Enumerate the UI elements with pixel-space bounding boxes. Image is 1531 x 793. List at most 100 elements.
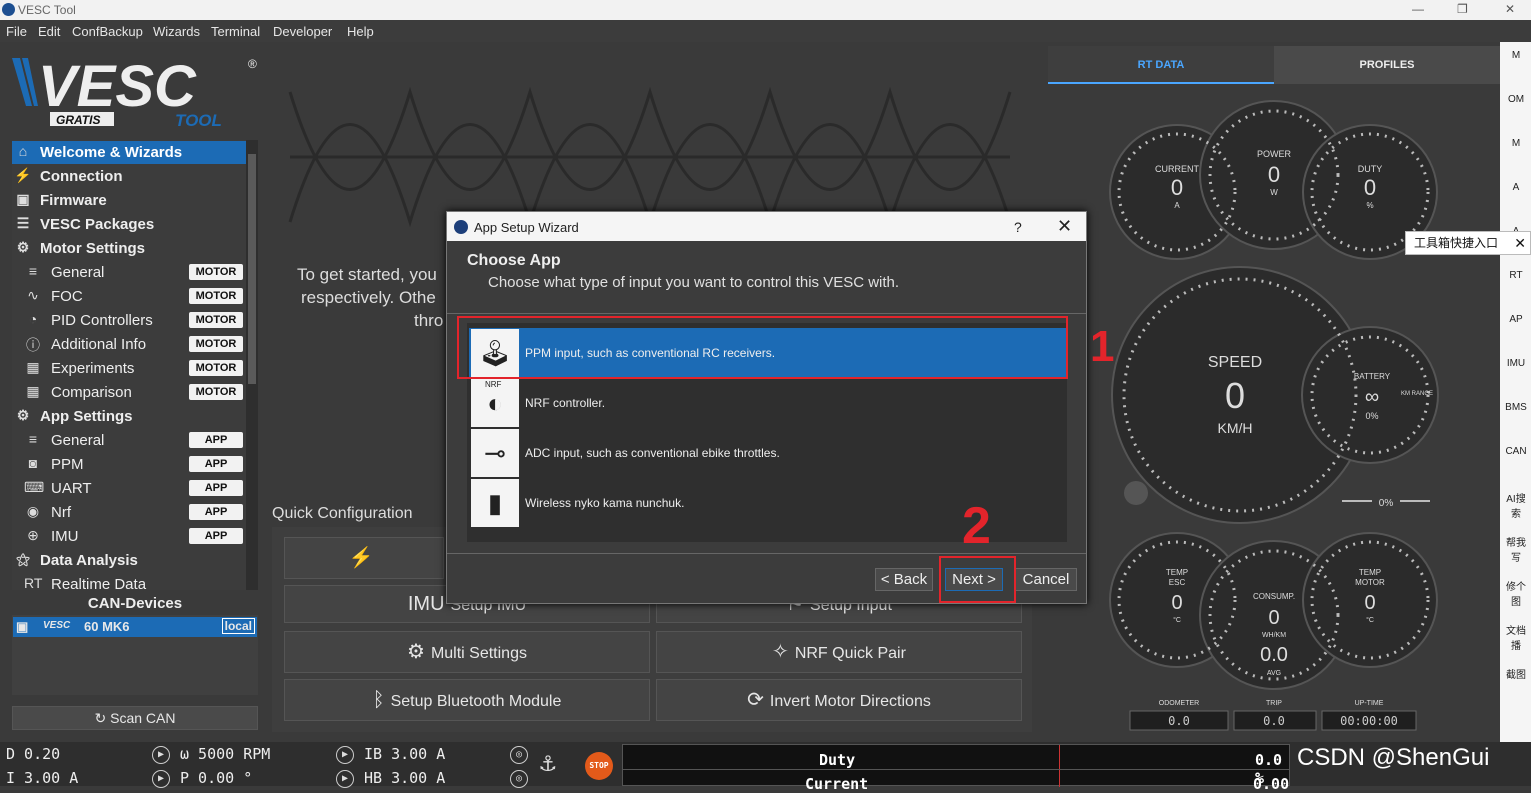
close-icon[interactable]: ✕ — [1057, 216, 1072, 237]
sidebar-item-connection[interactable]: ⚡ Connection — [12, 165, 246, 188]
sidebar-item-general[interactable]: ≡ General APP — [12, 429, 246, 452]
multi-settings-button[interactable]: ⚙ Multi Settings — [284, 631, 650, 673]
sidebar-item-uart[interactable]: ⌨ UART APP — [12, 477, 246, 500]
can-device-list: ▣ VESC 60 MK6 local — [12, 615, 258, 695]
toolstrip-item[interactable]: OM — [1502, 94, 1530, 105]
category-badge: MOTOR — [189, 288, 243, 304]
sidebar-item-firmware[interactable]: ▣ Firmware — [12, 189, 246, 212]
nrf-quick-pair-button[interactable]: ✧ NRF Quick Pair — [656, 631, 1022, 673]
sidebar-item-realtime-data[interactable]: RT Realtime Data — [12, 573, 246, 590]
sidebar-item-welcome-wizards[interactable]: ⌂ Welcome & Wizards — [12, 141, 246, 164]
toolstrip-item[interactable]: CAN — [1502, 446, 1530, 457]
rpm-input[interactable]: ω 5000 RPM — [180, 744, 270, 765]
back-button[interactable]: < Back — [875, 568, 933, 591]
brake-current-input[interactable]: IB 3.00 A — [364, 744, 445, 765]
brake-icon[interactable]: ◎ — [510, 770, 528, 788]
setup-wizard-button[interactable]: ⚡ — [284, 537, 444, 579]
menu-confbackup[interactable]: ConfBackup — [72, 24, 143, 39]
toolstrip-item[interactable]: RT — [1502, 270, 1530, 281]
can-device-row[interactable]: ▣ VESC 60 MK6 local — [13, 617, 257, 637]
assistant-toolstrip: MOMMAARTAPIMUBMSCANAI搜索帮我写修个图文档播截图 — [1500, 42, 1531, 742]
consump-avg: 0.0 — [1260, 644, 1288, 666]
play-icon[interactable]: ▶ — [152, 770, 170, 788]
right-tabs: RT DATA PROFILES — [1048, 46, 1500, 84]
toolstrip-item[interactable]: 文档播 — [1502, 622, 1530, 652]
close-icon[interactable]: ✕ — [1505, 2, 1515, 16]
sidebar-item-pid-controllers[interactable]: ◔ PID Controllers MOTOR — [12, 309, 246, 332]
gauge-settings-icon[interactable] — [1124, 481, 1148, 505]
close-icon[interactable]: ✕ — [1514, 232, 1526, 254]
maximize-icon[interactable]: ❐ — [1457, 2, 1468, 16]
sidebar-item-imu[interactable]: ⊕ IMU APP — [12, 525, 246, 548]
scan-can-label: Scan CAN — [110, 710, 176, 726]
current-gauge-unit: A — [1174, 201, 1180, 210]
option-adc[interactable]: ⊸ ADC input, such as conventional ebike … — [469, 428, 1067, 478]
toolstrip-item[interactable]: IMU — [1502, 358, 1530, 369]
gamepad-icon: ◙ — [28, 455, 38, 471]
play-icon[interactable]: ▶ — [336, 746, 354, 764]
menu-file[interactable]: File — [6, 24, 27, 39]
menu-edit[interactable]: Edit — [38, 24, 60, 39]
cancel-button[interactable]: Cancel — [1015, 568, 1077, 591]
plug-icon: ⚡ — [14, 167, 32, 183]
logo-reg: ® — [248, 57, 257, 71]
toolstrip-item[interactable]: 截图 — [1502, 666, 1530, 681]
play-icon[interactable]: ▶ — [152, 746, 170, 764]
nrf-remote-icon: NRF ◐ — [471, 379, 519, 427]
annotation-box-2 — [939, 556, 1016, 603]
sidebar-item-label: FOC — [51, 288, 83, 305]
sidebar-item-experiments[interactable]: ▦ Experiments MOTOR — [12, 357, 246, 380]
toolstrip-item[interactable]: 帮我写 — [1502, 534, 1530, 564]
toolstrip-item[interactable]: M — [1502, 138, 1530, 149]
brake-icon[interactable]: ◎ — [510, 746, 528, 764]
battery-gauge-label: BATTERY — [1354, 372, 1391, 381]
sidebar-item-comparison[interactable]: ▦ Comparison MOTOR — [12, 381, 246, 404]
nav-scrollbar[interactable] — [246, 140, 258, 590]
sidebar-item-app-settings[interactable]: ⚙ App Settings — [12, 405, 246, 428]
trip-label: TRIP — [1266, 700, 1282, 707]
tab-rt-data[interactable]: RT DATA — [1048, 46, 1274, 84]
toolstrip-item[interactable]: M — [1502, 50, 1530, 61]
menu-terminal[interactable]: Terminal — [211, 24, 260, 39]
duty-input[interactable]: D 0.20 — [6, 744, 60, 765]
invert-motor-button[interactable]: ⟳ Invert Motor Directions — [656, 679, 1022, 721]
bluetooth-setup-button[interactable]: ᛒ Setup Bluetooth Module — [284, 679, 650, 721]
sidebar-item-foc[interactable]: ∿ FOC MOTOR — [12, 285, 246, 308]
menu-help[interactable]: Help — [347, 24, 374, 39]
sidebar-item-nrf[interactable]: ◉ Nrf APP — [12, 501, 246, 524]
scan-can-button[interactable]: ↻ Scan CAN — [12, 706, 258, 730]
sidebar-item-vesc-packages[interactable]: ☰ VESC Packages — [12, 213, 246, 236]
sidebar-item-additional-info[interactable]: ⓘ Additional Info MOTOR — [12, 333, 246, 356]
toolstrip-item[interactable]: AP — [1502, 314, 1530, 325]
toolstrip-item[interactable]: 修个图 — [1502, 578, 1530, 608]
annotation-box-1 — [457, 316, 1068, 379]
minimize-icon[interactable]: — — [1412, 2, 1424, 16]
odometer-label: ODOMETER — [1159, 700, 1199, 707]
sidebar-item-label: General — [51, 264, 105, 281]
stop-button[interactable]: STOP — [585, 752, 613, 780]
help-icon[interactable]: ? — [1014, 219, 1022, 235]
toolstrip-item[interactable]: AI搜索 — [1502, 490, 1530, 520]
sidebar-item-label: Welcome & Wizards — [40, 144, 183, 161]
play-icon[interactable]: ▶ — [336, 770, 354, 788]
temp-esc-value: 0 — [1171, 592, 1182, 614]
chip-icon: ▣ — [16, 191, 30, 207]
calculator-icon: ▦ — [26, 383, 40, 399]
sidebar-item-label: IMU — [51, 528, 79, 545]
menu-developer[interactable]: Developer — [273, 24, 332, 39]
sidebar-item-general[interactable]: ≡ General MOTOR — [12, 261, 246, 284]
gauge-icon: ◔ — [28, 311, 38, 327]
sidebar-item-ppm[interactable]: ◙ PPM APP — [12, 453, 246, 476]
menu-wizards[interactable]: Wizards — [153, 24, 200, 39]
toolstrip-item[interactable]: A — [1502, 182, 1530, 193]
temp-motor-label2: MOTOR — [1355, 578, 1385, 587]
anchor-icon[interactable]: ⚓ — [540, 748, 556, 778]
tab-profiles[interactable]: PROFILES — [1274, 46, 1500, 84]
keyboard-icon: ⌨ — [24, 479, 45, 495]
option-nrf[interactable]: NRF ◐ NRF controller. — [469, 378, 1067, 428]
toolstrip-item[interactable]: BMS — [1502, 402, 1530, 413]
quick-config-title: Quick Configuration — [272, 505, 413, 522]
category-badge: APP — [189, 480, 243, 496]
sidebar-item-data-analysis[interactable]: ⚝ Data Analysis — [12, 549, 246, 572]
sidebar-item-motor-settings[interactable]: ⚙ Motor Settings — [12, 237, 246, 260]
